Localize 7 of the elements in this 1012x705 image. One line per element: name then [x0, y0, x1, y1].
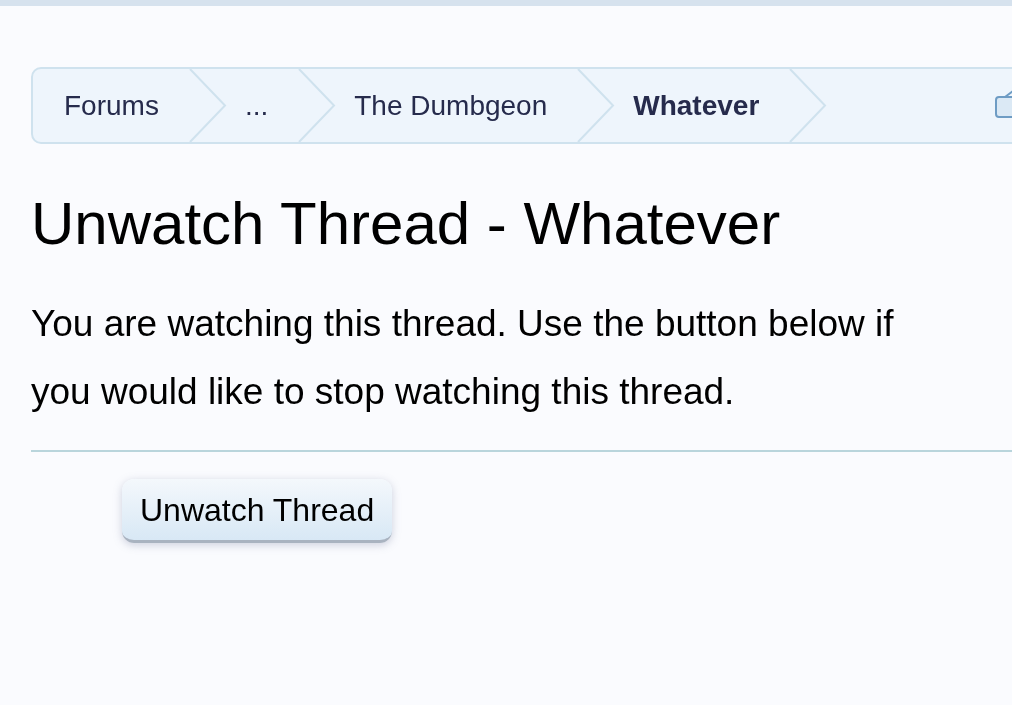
breadcrumb-link[interactable]: The Dumbgeon — [336, 69, 578, 142]
breadcrumb-link[interactable]: ... — [226, 69, 299, 142]
page-title: Unwatch Thread - Whatever — [31, 189, 782, 259]
breadcrumb-link[interactable]: Forums — [33, 69, 189, 142]
unwatch-button[interactable]: Unwatch Thread — [122, 479, 393, 543]
message-text: You are watching this thread. Use the button below if you would like to stop watching this thread. — [31, 302, 895, 414]
breadcrumb-link[interactable]: Whatever — [615, 69, 790, 142]
